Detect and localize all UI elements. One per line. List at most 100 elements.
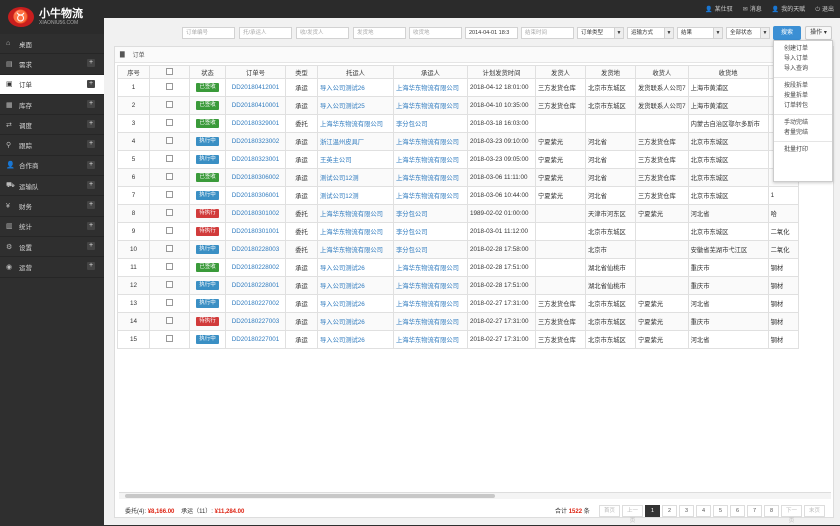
carrier-link[interactable]: 上海华东物流有限公司	[393, 150, 468, 169]
table-row[interactable]: 15 执行中 DD20180227001 承运 导入公司测试26 上海华东物流有限公司 20…	[117, 330, 799, 349]
dropdown-item[interactable]: 者量完结	[774, 128, 832, 138]
consignor-link[interactable]: 王英主公司	[317, 150, 394, 169]
carrier-link[interactable]: 上海华东物流有限公司	[393, 258, 468, 277]
consignor-link[interactable]: 导入公司测试26	[317, 312, 394, 331]
top-link-0[interactable]: 👤 某仕驭	[705, 4, 733, 14]
prev-page-button[interactable]: 上一页	[622, 504, 643, 524]
last-page-button[interactable]: 末页	[804, 504, 825, 517]
plus-icon[interactable]: +	[87, 140, 95, 149]
row-checkbox[interactable]	[166, 263, 173, 270]
order-number-link[interactable]: DD20180227002	[225, 294, 286, 313]
plus-icon[interactable]: +	[87, 99, 95, 108]
row-checkbox[interactable]	[166, 101, 173, 108]
table-row[interactable]: 6 已签收 DD20180306002 承运 测试公司12测 上海华东物流有限公司 2018…	[117, 168, 799, 187]
logo[interactable]: ♉ 小牛物流 XIAONIU56.COM	[8, 6, 83, 28]
plus-icon[interactable]: +	[87, 160, 95, 169]
sidebar-item-finance[interactable]: ¥ 财务 +	[0, 196, 104, 217]
dropdown-item[interactable]: 按段拆单	[774, 81, 832, 91]
order-number-link[interactable]: DD20180306002	[225, 168, 286, 187]
sidebar-item-operation[interactable]: ◉ 运营 +	[0, 257, 104, 278]
carrier-link[interactable]: 上海华东物流有限公司	[393, 186, 468, 205]
order-number-link[interactable]: DD20180301002	[225, 204, 286, 223]
plus-icon[interactable]: +	[87, 120, 95, 129]
plus-icon[interactable]: +	[87, 241, 95, 250]
dropdown-item[interactable]: 订单转包	[774, 101, 832, 111]
order-table-wrapper[interactable]: 序号状态订单号类型托运人承运人计划发货时间发货人发货地收货人收货地备注 1已签收…	[117, 65, 833, 490]
select-all-checkbox[interactable]	[166, 67, 173, 75]
row-checkbox[interactable]	[166, 191, 173, 198]
consignor-link[interactable]: 导入公司测试26	[317, 294, 394, 313]
table-row[interactable]: 12 执行中 DD20180228001 承运 导入公司测试26 上海华东物流有限公司 20…	[117, 276, 799, 295]
consignor-link[interactable]: 上海华东物流有限公司	[317, 204, 394, 223]
carrier-link[interactable]: 李分包公司	[393, 114, 468, 133]
plus-icon[interactable]: +	[87, 59, 95, 68]
table-row[interactable]: 13 执行中 DD20180227002 承运 导入公司测试26 上海华东物流有限公司 20…	[117, 294, 799, 313]
sidebar-item-inventory[interactable]: ▦ 库存 +	[0, 95, 104, 116]
dropdown-item[interactable]: 按量拆单	[774, 91, 832, 101]
carrier-link[interactable]: 上海华东物流有限公司	[393, 276, 468, 295]
row-checkbox[interactable]	[166, 335, 173, 342]
carrier-link[interactable]: 上海华东物流有限公司	[393, 96, 468, 115]
consignor-link[interactable]: 导入公司测试26	[317, 276, 394, 295]
top-link-1[interactable]: ✉ 消息	[743, 4, 762, 14]
table-row[interactable]: 1 已签收 DD20180412001 承运 导入公司测试26 上海华东物流有限公司 201…	[117, 78, 799, 97]
consignor-link[interactable]: 测试公司12测	[317, 186, 394, 205]
order-number-link[interactable]: DD20180228003	[225, 240, 286, 259]
order-number-link[interactable]: DD20180410001	[225, 96, 286, 115]
top-link-3[interactable]: ⏻ 退出	[815, 4, 834, 14]
dropdown-item[interactable]: 手动完结	[774, 118, 832, 128]
page-button-6[interactable]: 6	[730, 504, 745, 517]
dropdown-item[interactable]: 创建订单	[774, 44, 832, 54]
consignor-link[interactable]: 上海华东物流有限公司	[317, 222, 394, 241]
start-time-input[interactable]: 2014-04-01 18:3	[465, 27, 518, 39]
consignee-input[interactable]: 收/发货人	[296, 27, 349, 39]
dropdown-item[interactable]: 导入订单	[774, 54, 832, 64]
table-row[interactable]: 11 已签收 DD20180228002 承运 导入公司测试26 上海华东物流有限公司 20…	[117, 258, 799, 277]
consignor-link[interactable]: 导入公司测试26	[317, 78, 394, 97]
consignor-link[interactable]: 导入公司测试25	[317, 96, 394, 115]
order-number-link[interactable]: DD20180227001	[225, 330, 286, 349]
column-header[interactable]	[149, 65, 190, 79]
order-number-link[interactable]: DD20180323002	[225, 132, 286, 151]
plus-icon[interactable]: +	[87, 181, 95, 190]
order-number-link[interactable]: DD20180329001	[225, 114, 286, 133]
dropdown-item[interactable]: 导入查询	[774, 64, 832, 74]
top-link-2[interactable]: 👤 我的天赋	[772, 4, 806, 14]
row-checkbox[interactable]	[166, 83, 173, 90]
consignor-link[interactable]: 导入公司测试26	[317, 330, 394, 349]
table-row[interactable]: 2 已签收 DD20180410001 承运 导入公司测试25 上海华东物流有限公司 201…	[117, 96, 799, 115]
row-checkbox[interactable]	[166, 317, 173, 324]
table-row[interactable]: 7 执行中 DD20180306001 承运 测试公司12测 上海华东物流有限公司 2018…	[117, 186, 799, 205]
page-button-2[interactable]: 2	[662, 504, 677, 517]
page-button-5[interactable]: 5	[713, 504, 728, 517]
consignor-input[interactable]: 托/承运人	[239, 27, 292, 39]
table-row[interactable]: 9 待执行 DD20180301001 委托 上海华东物流有限公司 李分包公司 2018-0…	[117, 222, 799, 241]
page-button-3[interactable]: 3	[679, 504, 694, 517]
carrier-link[interactable]: 李分包公司	[393, 204, 468, 223]
sidebar-item-track[interactable]: ⚲ 跟踪 +	[0, 135, 104, 156]
row-checkbox[interactable]	[166, 245, 173, 252]
table-row[interactable]: 4 执行中 DD20180323002 承运 浙江温州皮具厂 上海华东物流有限公司 2018…	[117, 132, 799, 151]
page-button-8[interactable]: 8	[764, 504, 779, 517]
carrier-link[interactable]: 上海华东物流有限公司	[393, 294, 468, 313]
row-checkbox[interactable]	[166, 227, 173, 234]
order-number-input[interactable]: 订单编号	[182, 27, 235, 39]
consignor-link[interactable]: 浙江温州皮具厂	[317, 132, 394, 151]
end-time-input[interactable]: 结束时间	[521, 27, 574, 39]
table-row[interactable]: 5 执行中 DD20180323001 承运 王英主公司 上海华东物流有限公司 2018-0…	[117, 150, 799, 169]
table-row[interactable]: 8 待执行 DD20180301002 委托 上海华东物流有限公司 李分包公司 1989-0…	[117, 204, 799, 223]
table-row[interactable]: 10 执行中 DD20180228003 委托 上海华东物流有限公司 李分包公司 2018-…	[117, 240, 799, 259]
row-checkbox[interactable]	[166, 137, 173, 144]
page-button-4[interactable]: 4	[696, 504, 711, 517]
order-number-link[interactable]: DD20180323001	[225, 150, 286, 169]
scrollbar-thumb[interactable]	[125, 494, 495, 498]
status-select[interactable]: 全部状态 ▼	[726, 27, 770, 39]
plus-icon[interactable]: +	[87, 221, 95, 230]
sidebar-item-demand[interactable]: ▤ 需求 +	[0, 54, 104, 75]
consignor-link[interactable]: 上海华东物流有限公司	[317, 240, 394, 259]
sidebar-item-fleet[interactable]: ⛟ 运输队 +	[0, 176, 104, 197]
sidebar-item-order[interactable]: ▣ 订单 +	[0, 74, 104, 95]
sidebar-item-partner[interactable]: 👤 合作商 +	[0, 156, 104, 177]
carrier-link[interactable]: 上海华东物流有限公司	[393, 132, 468, 151]
order-number-link[interactable]: DD20180227003	[225, 312, 286, 331]
